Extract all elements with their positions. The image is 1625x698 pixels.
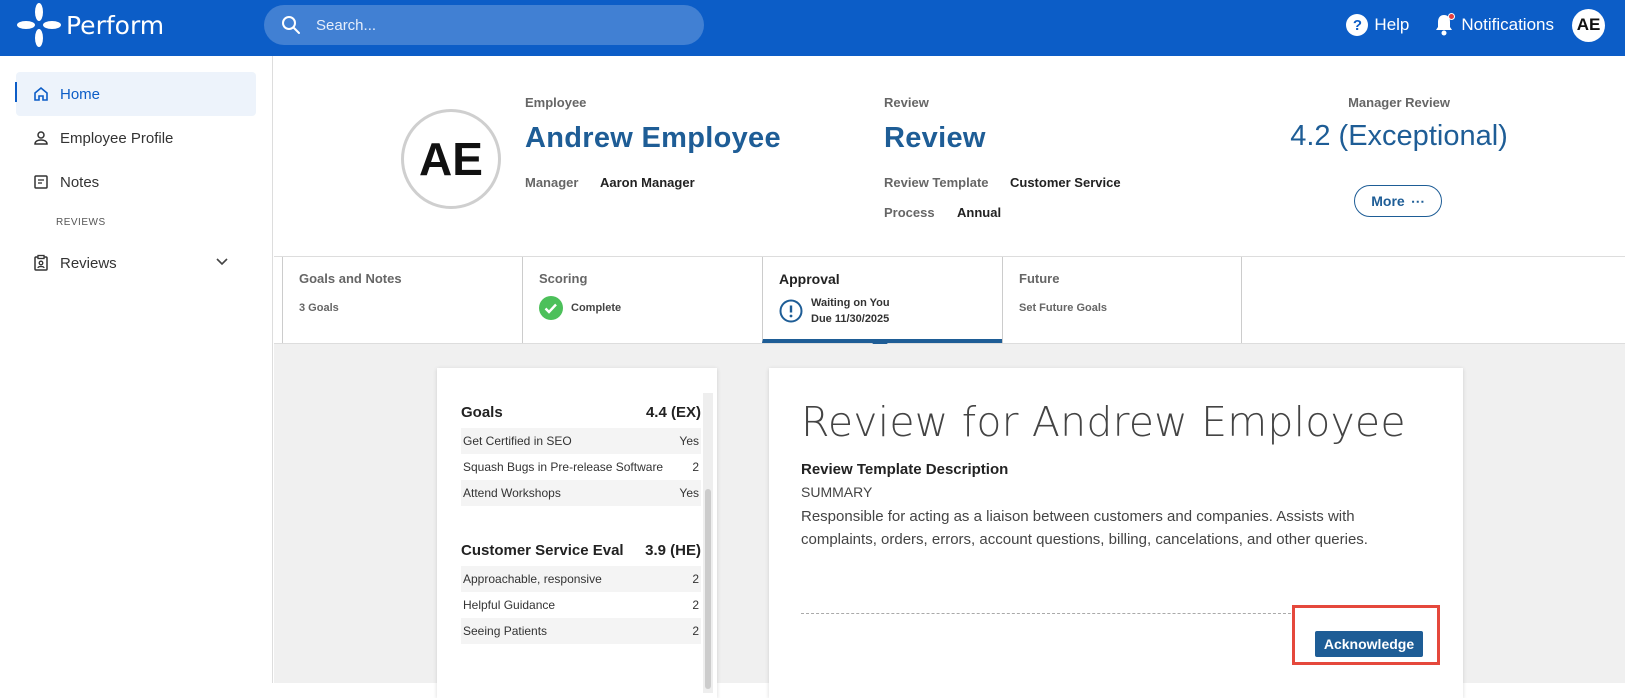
app-logo[interactable]: Perform [16, 3, 164, 47]
row-value: Yes [679, 486, 699, 500]
acknowledge-button[interactable]: Acknowledge [1315, 631, 1423, 657]
row-label: Helpful Guidance [463, 598, 556, 612]
help-link[interactable]: Help [1374, 15, 1409, 35]
score-row: Get Certified in SEO Yes [461, 428, 701, 454]
review-steps: Goals and Notes 3 Goals Scoring Complete… [274, 257, 1625, 350]
manager-review-score: 4.2 (Exceptional) [1290, 120, 1508, 152]
chevron-down-icon[interactable] [214, 254, 230, 270]
perform-logo-icon [17, 3, 61, 47]
employee-avatar: AE [401, 109, 501, 209]
tab-title: Goals and Notes [299, 271, 402, 286]
tab-goals-and-notes[interactable]: Goals and Notes 3 Goals [282, 257, 522, 343]
tab-title: Approval [779, 271, 840, 287]
template-description: Responsible for acting as a liaison betw… [801, 508, 1368, 548]
alert-circle-icon [779, 299, 803, 323]
top-right-actions: ? Help Notifications AE [1346, 8, 1605, 42]
row-label: Approachable, responsive [463, 572, 602, 586]
reviews-icon [34, 254, 48, 271]
sidebar-item-employee-profile[interactable]: Employee Profile [16, 116, 256, 160]
employee-name: Andrew Employee [525, 122, 781, 154]
section-title: Goals [461, 404, 503, 421]
summary-label: SUMMARY [801, 484, 873, 500]
tab-title: Scoring [539, 271, 588, 286]
row-label: Seeing Patients [463, 624, 548, 638]
more-button[interactable]: More ⋯ [1354, 185, 1442, 217]
sidebar-item-label: Notes [60, 173, 100, 191]
row-value: 2 [692, 460, 699, 474]
person-icon [34, 131, 48, 145]
row-value: 2 [692, 598, 699, 612]
review-header: AE Employee Andrew Employee Manager Aaro… [274, 56, 1625, 257]
tab-title: Future [1019, 271, 1060, 286]
search-input[interactable] [316, 16, 676, 34]
search-icon [282, 16, 300, 34]
scrollbar[interactable] [703, 393, 713, 693]
bell-icon[interactable] [1433, 13, 1456, 37]
tab-subtitle: Set Future Goals [1019, 302, 1108, 314]
section-score: 3.9 (HE) [645, 542, 701, 559]
goals-section-header: Goals 4.4 (EX) [461, 404, 701, 421]
sidebar-section-label: REVIEWS [56, 217, 106, 228]
row-value: Yes [679, 434, 699, 448]
ellipsis-icon: ⋯ [1410, 192, 1425, 209]
manager-label: Manager [525, 175, 579, 190]
row-value: 2 [692, 572, 699, 586]
acknowledge-highlight: Acknowledge [1292, 605, 1440, 665]
home-icon [34, 86, 48, 101]
sidebar-item-notes[interactable]: Notes [16, 160, 256, 204]
sidebar-item-label: Reviews [60, 254, 117, 272]
process-value: Annual [957, 205, 1002, 220]
section-score: 4.4 (EX) [645, 404, 701, 421]
divider [801, 613, 1291, 614]
sidebar-item-home[interactable]: Home [15, 72, 256, 116]
top-bar: Perform ? Help Notifications AE [0, 0, 1625, 56]
row-value: 2 [692, 624, 699, 638]
score-row: Approachable, responsive 2 [461, 566, 701, 592]
scrollbar-thumb[interactable] [705, 489, 711, 689]
tab-status: Complete [571, 302, 622, 314]
eval-section-header: Customer Service Eval 3.9 (HE) [461, 542, 701, 559]
process-label: Process [884, 205, 935, 220]
tab-status-line1: Waiting on You [811, 297, 890, 309]
review-heading: Review for Andrew Employee [801, 398, 1406, 446]
more-button-label: More [1371, 193, 1405, 209]
tab-future[interactable]: Future Set Future Goals [1002, 257, 1242, 343]
section-title: Customer Service Eval [461, 542, 624, 559]
score-row: Seeing Patients 2 [461, 618, 701, 644]
review-label: Review [884, 95, 929, 110]
app-name: Perform [66, 10, 165, 40]
tab-subtitle: 3 Goals [299, 302, 339, 314]
score-row: Attend Workshops Yes [461, 480, 701, 506]
notifications-link[interactable]: Notifications [1461, 15, 1554, 35]
review-template-value: Customer Service [1010, 175, 1121, 190]
manager-name: Aaron Manager [600, 175, 695, 190]
help-icon[interactable]: ? [1346, 14, 1369, 36]
notes-icon [34, 175, 48, 189]
row-label: Get Certified in SEO [463, 434, 572, 448]
sidebar: Home Employee Profile Notes REVIEWS Revi… [0, 56, 273, 683]
search-bar[interactable] [264, 5, 704, 45]
row-label: Squash Bugs in Pre-release Software [463, 460, 664, 474]
score-summary-card: Goals 4.4 (EX) Get Certified in SEO Yes … [437, 368, 717, 698]
sidebar-item-reviews[interactable]: Reviews [16, 241, 256, 285]
employee-label: Employee [525, 95, 587, 110]
check-circle-icon [539, 296, 563, 320]
template-description-heading: Review Template Description [801, 461, 1009, 478]
score-row: Helpful Guidance 2 [461, 592, 701, 618]
tab-status-line2: Due 11/30/2025 [811, 313, 890, 325]
manager-review-label: Manager Review [1348, 95, 1450, 110]
tab-approval[interactable]: Approval Waiting on You Due 11/30/2025 [762, 257, 1002, 350]
row-label: Attend Workshops [463, 486, 561, 500]
sidebar-item-label: Home [60, 85, 101, 103]
main-content: Goals 4.4 (EX) Get Certified in SEO Yes … [274, 344, 1625, 698]
review-detail-card: Review for Andrew Employee Review Templa… [769, 368, 1463, 698]
review-template-label: Review Template [884, 175, 989, 190]
review-title: Review [884, 122, 986, 154]
tab-scoring[interactable]: Scoring Complete [522, 257, 762, 343]
sidebar-item-label: Employee Profile [60, 129, 174, 147]
user-avatar[interactable]: AE [1572, 8, 1605, 42]
score-row: Squash Bugs in Pre-release Software 2 [461, 454, 701, 480]
